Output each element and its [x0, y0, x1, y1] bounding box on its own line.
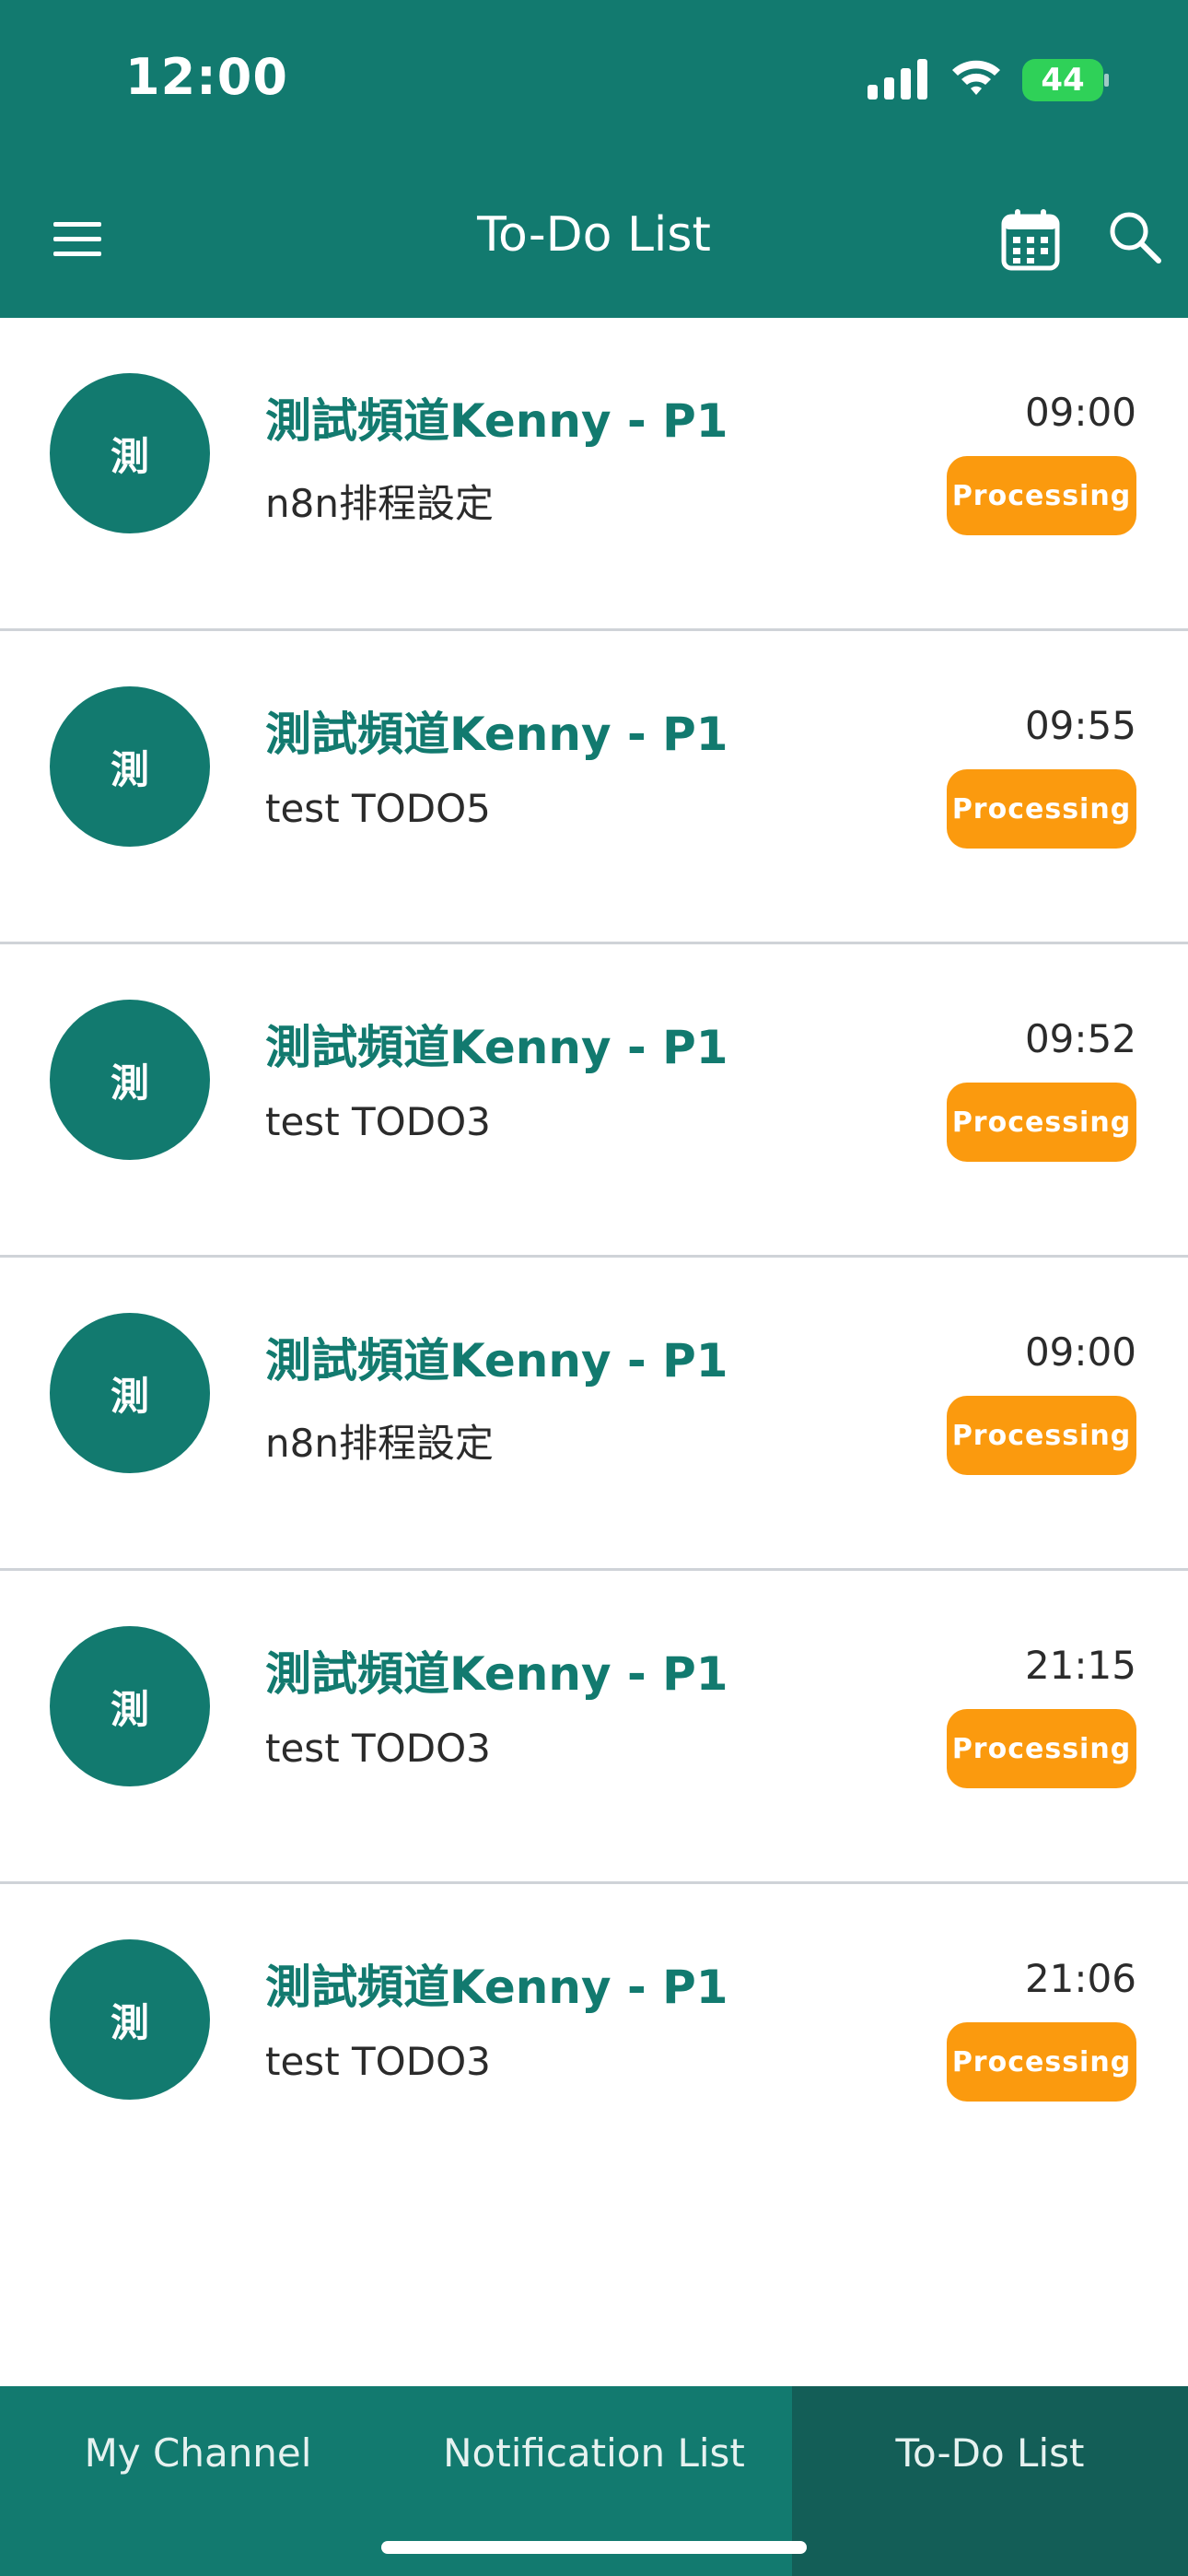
app-bar: To-Do List — [0, 161, 1188, 318]
tab-my-channel[interactable]: My Channel — [0, 2386, 396, 2576]
todo-item[interactable]: 測 測試頻道Kenny - P1 test TODO3 21:06 Proces… — [0, 1884, 1188, 2197]
avatar: 測 — [50, 1000, 210, 1160]
todo-item[interactable]: 測 測試頻道Kenny - P1 test TODO3 21:15 Proces… — [0, 1571, 1188, 1884]
avatar: 測 — [50, 373, 210, 533]
item-title: 測試頻道Kenny - P1 — [265, 394, 728, 448]
battery-level: 44 — [1022, 59, 1103, 101]
item-time: 09:52 — [1024, 1016, 1136, 1061]
item-subtitle: n8n排程設定 — [265, 1421, 494, 1466]
item-subtitle: test TODO3 — [265, 2039, 491, 2084]
item-subtitle: n8n排程設定 — [265, 481, 494, 526]
header: 12:00 44 To-Do List — [0, 0, 1188, 318]
item-time: 09:55 — [1024, 703, 1136, 748]
calendar-icon[interactable] — [1000, 207, 1061, 272]
status-badge: Processing — [947, 769, 1136, 849]
status-badge: Processing — [947, 1709, 1136, 1788]
item-title: 測試頻道Kenny - P1 — [265, 708, 728, 761]
status-badge: Processing — [947, 1396, 1136, 1475]
todo-item[interactable]: 測 測試頻道Kenny - P1 n8n排程設定 09:00 Processin… — [0, 318, 1188, 631]
item-subtitle: test TODO3 — [265, 1099, 491, 1144]
item-time: 09:00 — [1024, 1329, 1136, 1375]
avatar: 測 — [50, 686, 210, 847]
avatar: 測 — [50, 1626, 210, 1786]
item-title: 測試頻道Kenny - P1 — [265, 1647, 728, 1701]
status-badge: Processing — [947, 1083, 1136, 1162]
avatar: 測 — [50, 1313, 210, 1473]
item-subtitle: test TODO3 — [265, 1726, 491, 1771]
status-badge: Processing — [947, 2022, 1136, 2102]
item-time: 21:15 — [1024, 1643, 1136, 1688]
tab-todo-list[interactable]: To-Do List — [792, 2386, 1188, 2576]
status-badge: Processing — [947, 456, 1136, 535]
item-title: 測試頻道Kenny - P1 — [265, 1021, 728, 1074]
cellular-signal-icon — [868, 59, 927, 100]
search-icon[interactable] — [1105, 207, 1166, 268]
item-title: 測試頻道Kenny - P1 — [265, 1334, 728, 1388]
todo-item[interactable]: 測 測試頻道Kenny - P1 test TODO3 09:52 Proces… — [0, 944, 1188, 1258]
status-bar: 12:00 44 — [0, 0, 1188, 161]
battery-nub — [1104, 74, 1109, 87]
todo-item[interactable]: 測 測試頻道Kenny - P1 test TODO5 09:55 Proces… — [0, 631, 1188, 944]
item-time: 09:00 — [1024, 390, 1136, 435]
item-title: 測試頻道Kenny - P1 — [265, 1961, 728, 2014]
home-indicator[interactable] — [381, 2541, 807, 2554]
battery-icon: 44 — [1022, 59, 1109, 101]
wifi-icon — [952, 60, 1000, 95]
todo-list: 測 測試頻道Kenny - P1 n8n排程設定 09:00 Processin… — [0, 318, 1188, 2197]
todo-item[interactable]: 測 測試頻道Kenny - P1 n8n排程設定 09:00 Processin… — [0, 1258, 1188, 1571]
item-time: 21:06 — [1024, 1956, 1136, 2001]
avatar: 測 — [50, 1939, 210, 2100]
item-subtitle: test TODO5 — [265, 786, 491, 831]
status-time: 12:00 — [125, 48, 288, 106]
todo-app-screen: 12:00 44 To-Do List 測 測試頻道Kenny - P1 n8n… — [0, 0, 1188, 2576]
